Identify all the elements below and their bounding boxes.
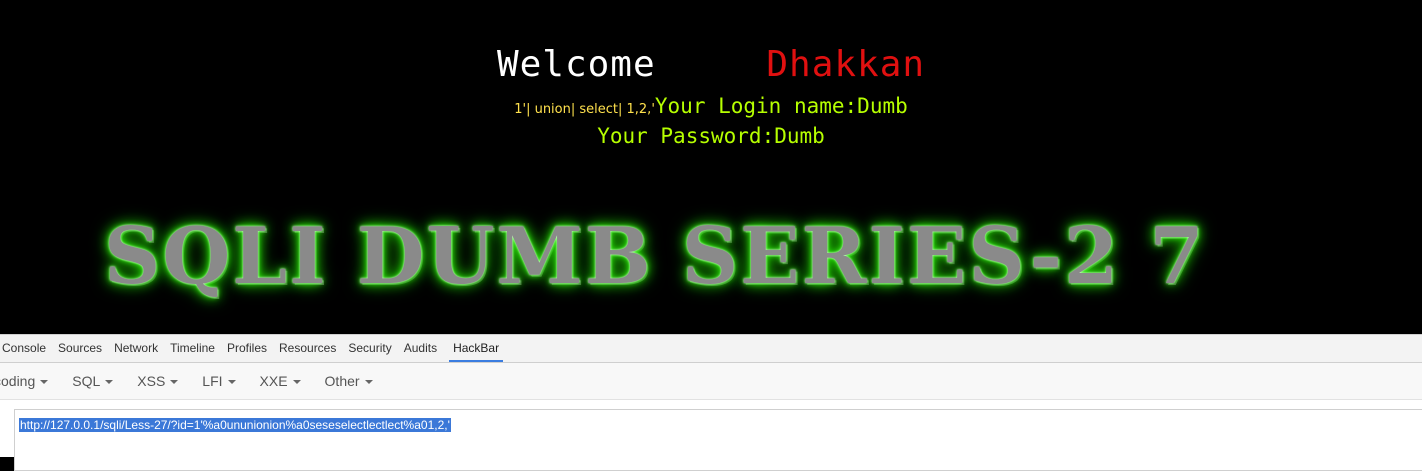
tab-timeline[interactable]: Timeline [170,335,215,362]
chevron-down-icon [170,380,179,385]
tab-security[interactable]: Security [348,335,391,362]
tab-network[interactable]: Network [114,335,158,362]
other-menu-label: Other [324,373,360,389]
sql-menu[interactable]: SQL [72,373,114,389]
chevron-down-icon [292,380,301,385]
devtools-tabs: Console Sources Network Timeline Profile… [0,335,1422,363]
encoding-menu-label: coding [0,373,36,389]
xss-menu[interactable]: XSS [137,373,179,389]
xxe-menu[interactable]: XXE [260,373,301,389]
chevron-down-icon [40,380,49,385]
xxe-menu-label: XXE [259,373,288,389]
welcome-line: Welcome Dhakkan [0,44,1422,85]
password-line: Your Password:Dumb [597,124,825,148]
tab-hackbar[interactable]: HackBar [449,335,504,362]
lfi-menu[interactable]: LFI [202,373,236,389]
url-input[interactable]: http://127.0.0.1/sqli/Less-27/?id=1'%a0u… [14,409,1422,471]
welcome-label: Welcome [496,44,656,85]
user-name: Dhakkan [766,44,926,85]
chevron-down-icon [227,380,236,385]
tab-profiles[interactable]: Profiles [227,335,267,362]
xss-menu-label: XSS [137,373,166,389]
tab-resources[interactable]: Resources [279,335,336,362]
chevron-down-icon [364,380,373,385]
lfi-menu-label: LFI [202,373,223,389]
url-text: http://127.0.0.1/sqli/Less-27/?id=1'%a0u… [19,418,451,432]
payload-echo: 1'| union| select| 1,2,' [514,102,655,117]
tab-console[interactable]: Console [2,335,46,362]
other-menu[interactable]: Other [325,373,373,389]
login-name-line: 1'| union| select| 1,2,'Your Login name:… [0,94,1422,118]
encoding-menu[interactable]: coding [0,373,49,389]
login-name-text: Your Login name:Dumb [654,94,908,118]
sqli-lab-page: Welcome Dhakkan 1'| union| select| 1,2,'… [0,0,1422,334]
chevron-down-icon [105,380,114,385]
series-banner: SQLI DUMB SERIES-2 7 [104,211,1206,302]
hackbar-toolbar: coding SQL XSS LFI XXE Other [0,363,1422,400]
tab-audits[interactable]: Audits [404,335,437,362]
tab-sources[interactable]: Sources [58,335,102,362]
sql-menu-label: SQL [72,373,101,389]
devtools-panel: Console Sources Network Timeline Profile… [0,334,1422,471]
